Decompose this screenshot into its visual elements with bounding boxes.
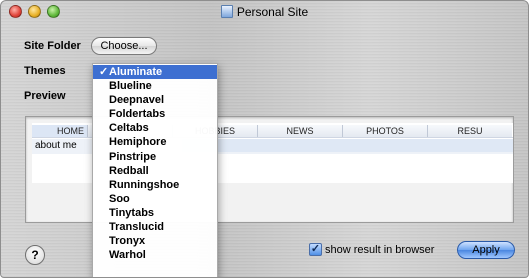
theme-option-blueline[interactable]: Blueline — [93, 79, 217, 93]
preview-tab-home: HOME — [32, 125, 87, 137]
preview-label: Preview — [24, 90, 66, 102]
theme-option-pinstripe[interactable]: Pinstripe — [93, 150, 217, 164]
site-folder-label: Site Folder — [24, 40, 81, 52]
theme-option-runningshoe[interactable]: Runningshoe — [93, 178, 217, 192]
apply-button[interactable]: Apply — [457, 241, 515, 259]
preview-tab-photos: PHOTOS — [342, 125, 427, 137]
preview-tab-news: NEWS — [257, 125, 342, 137]
theme-option-redball[interactable]: Redball — [93, 164, 217, 178]
preview-highlight-strip — [182, 139, 513, 152]
window-title: Personal Site — [236, 5, 309, 19]
theme-option-tronyx[interactable]: Tronyx — [93, 234, 217, 248]
theme-option-celtabs[interactable]: Celtabs — [93, 121, 217, 135]
show-result-checkbox[interactable]: ✓ — [309, 243, 322, 256]
title-bar[interactable]: Personal Site — [1, 1, 528, 23]
theme-option-label: Aluminate — [109, 66, 163, 78]
theme-option-hemiphore[interactable]: Hemiphore — [93, 135, 217, 149]
theme-option-translucid[interactable]: Translucid — [93, 220, 217, 234]
theme-option-foldertabs[interactable]: Foldertabs — [93, 107, 217, 121]
theme-option-warhol[interactable]: Warhol — [93, 248, 217, 262]
preview-tab-resume: RESU — [427, 125, 512, 137]
theme-option-deepnavel[interactable]: Deepnavel — [93, 93, 217, 107]
theme-option-soo[interactable]: Soo — [93, 192, 217, 206]
show-result-label: show result in browser — [325, 244, 435, 256]
choose-button[interactable]: Choose... — [91, 37, 157, 55]
themes-label: Themes — [24, 65, 66, 77]
help-button[interactable]: ? — [25, 245, 45, 265]
checkmark-icon: ✓ — [99, 66, 109, 78]
window-title-wrap: Personal Site — [1, 5, 528, 19]
theme-option-aluminate[interactable]: ✓Aluminate — [93, 65, 217, 80]
theme-option-tinytabs[interactable]: Tinytabs — [93, 206, 217, 220]
themes-dropdown-menu[interactable]: ✓Aluminate Blueline Deepnavel Foldertabs… — [92, 63, 218, 277]
document-icon — [220, 5, 233, 18]
personal-site-window: Personal Site Site Folder Choose... Them… — [0, 0, 529, 278]
preview-about-me: about me — [35, 140, 77, 151]
